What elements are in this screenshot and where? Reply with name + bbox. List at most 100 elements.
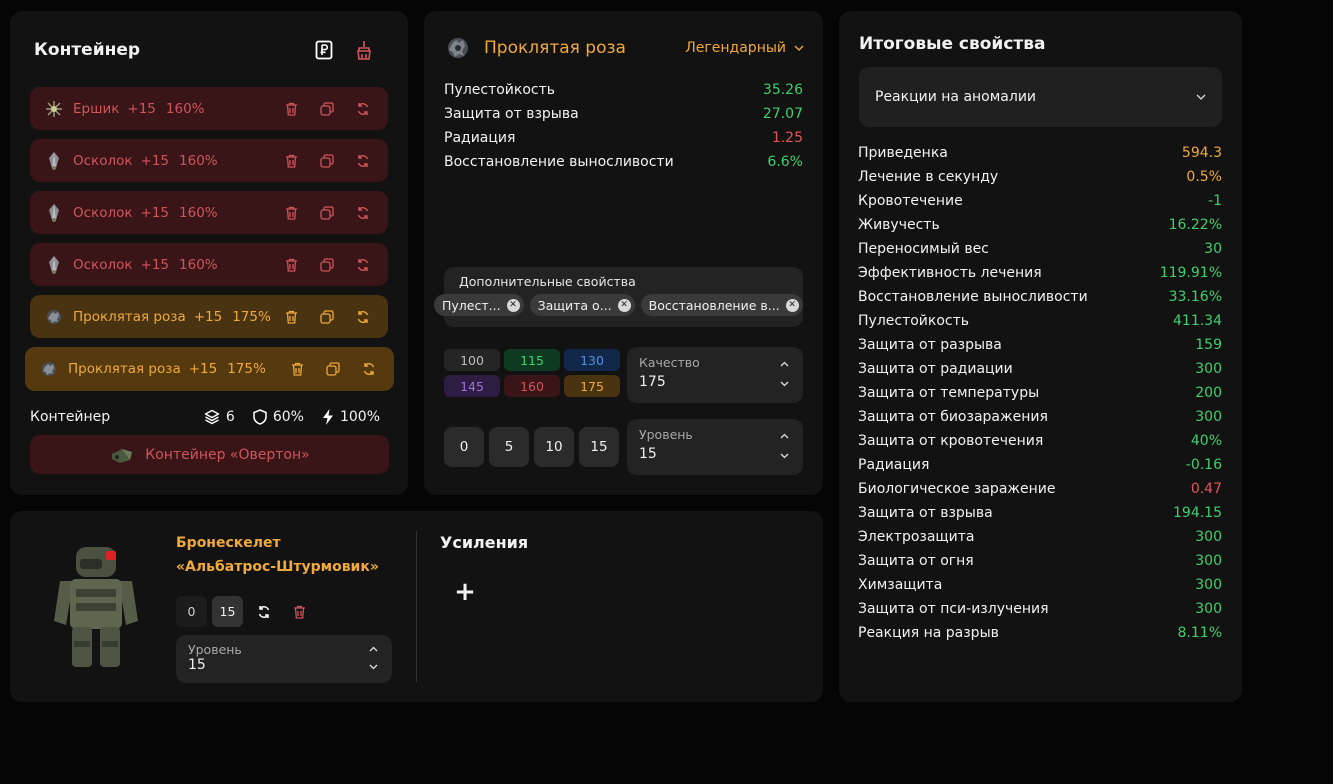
quality-option-button[interactable]: 100 <box>444 349 500 371</box>
total-stat-label: Защита от биозаражения <box>858 409 1048 425</box>
refresh-icon[interactable] <box>354 308 372 326</box>
chevron-up-icon[interactable] <box>368 644 378 654</box>
trash-icon[interactable] <box>282 152 300 170</box>
totals-filter-label: Реакции на аномалии <box>875 89 1037 105</box>
close-icon[interactable]: ✕ <box>506 298 520 312</box>
quality-stepper[interactable]: Качество 175 <box>627 347 803 403</box>
chip-label: Восстановление в... <box>648 297 780 313</box>
total-stat-value: 8.11% <box>1177 625 1222 641</box>
layers-icon <box>204 409 220 425</box>
armor-divider <box>416 531 417 682</box>
total-stat-label: Химзащита <box>858 577 943 593</box>
level-stepper[interactable]: Уровень 15 <box>627 419 803 475</box>
extra-properties-chips: Пулест... ✕ Защита о... ✕ Восстановление в..… <box>434 294 803 316</box>
chevron-up-icon[interactable] <box>779 431 789 441</box>
chevron-up-icon[interactable] <box>779 359 789 369</box>
refresh-icon[interactable] <box>354 152 372 170</box>
copy-icon[interactable] <box>318 100 336 118</box>
total-stat-label: Защита от кровотечения <box>858 433 1044 449</box>
chevron-down-icon <box>794 45 804 51</box>
level-value: 15 <box>639 446 657 462</box>
artifact-slot-percent: 160% <box>165 100 205 117</box>
chevron-down-icon[interactable] <box>779 379 789 389</box>
level-option-button[interactable]: 10 <box>534 427 574 467</box>
refresh-icon[interactable] <box>354 256 372 274</box>
copy-icon[interactable] <box>324 360 342 378</box>
artifact-stat-value: 6.6% <box>767 154 803 170</box>
trash-icon[interactable] <box>282 308 300 326</box>
quality-option-button[interactable]: 160 <box>504 375 560 397</box>
chevron-down-icon[interactable] <box>368 662 378 672</box>
extra-property-chip[interactable]: Восстановление в... ✕ <box>640 294 803 316</box>
copy-icon[interactable] <box>318 256 336 274</box>
armor-level-stepper[interactable]: Уровень 15 <box>176 635 392 683</box>
artifact-slot-row[interactable]: Проклятая роза +15 175% <box>25 347 394 391</box>
artifact-slot-name: Проклятая роза <box>73 308 186 325</box>
artifact-title: Проклятая роза <box>484 38 626 58</box>
armor-exoskeleton-image[interactable] <box>46 541 146 671</box>
level-option-button[interactable]: 0 <box>444 427 484 467</box>
trash-icon[interactable] <box>288 360 306 378</box>
artifact-slot-row[interactable]: Осколок +15 160% <box>30 139 388 182</box>
refresh-icon[interactable] <box>248 596 279 627</box>
close-icon[interactable]: ✕ <box>785 298 799 312</box>
close-icon[interactable]: ✕ <box>617 298 631 312</box>
container-panel: Контейнер Ершик +15 160% Осколок +15 160% Оско… <box>10 11 408 495</box>
refresh-icon[interactable] <box>360 360 378 378</box>
total-stat-label: Лечение в секунду <box>858 169 999 185</box>
artifact-stat-value: 27.07 <box>762 106 803 122</box>
broom-clear-icon[interactable] <box>353 39 375 61</box>
artifact-slot-plus: +15 <box>140 256 170 273</box>
shard-artifact-icon <box>46 151 62 170</box>
quality-option-button[interactable]: 175 <box>564 375 620 397</box>
armor-level-label: Уровень <box>188 642 242 657</box>
trash-icon[interactable] <box>284 596 315 627</box>
quality-option-button[interactable]: 115 <box>504 349 560 371</box>
armor-panel: Бронескелет «Альбатрос-Штурмовик» 0 15 У… <box>10 511 823 702</box>
chevron-down-icon[interactable] <box>779 451 789 461</box>
copy-icon[interactable] <box>318 204 336 222</box>
shield-icon <box>253 409 267 425</box>
extra-property-chip[interactable]: Пулест... ✕ <box>434 294 524 316</box>
quality-option-button[interactable]: 130 <box>564 349 620 371</box>
level-option-button[interactable]: 5 <box>489 427 529 467</box>
level-option-button[interactable]: 15 <box>579 427 619 467</box>
trash-icon[interactable] <box>282 256 300 274</box>
rarity-dropdown[interactable]: Легендарный <box>685 40 804 56</box>
quality-option-button[interactable]: 145 <box>444 375 500 397</box>
total-stat-row: Реакция на разрыв 8.11% <box>858 621 1222 645</box>
efficiency-value: 100% <box>339 409 380 425</box>
add-boost-button[interactable]: + <box>450 577 480 607</box>
armor-controls: 0 15 <box>176 596 315 627</box>
container-select-button[interactable]: Контейнер «Овертон» <box>30 435 389 474</box>
armor-level-min-button[interactable]: 0 <box>176 596 207 627</box>
artifact-slot-row[interactable]: Проклятая роза +15 175% <box>30 295 388 338</box>
total-stat-label: Защита от пси-излучения <box>858 601 1049 617</box>
currency-doc-icon[interactable] <box>313 39 335 61</box>
artifact-slot-row[interactable]: Осколок +15 160% <box>30 191 388 234</box>
copy-icon[interactable] <box>318 308 336 326</box>
armor-level-max-button[interactable]: 15 <box>212 596 243 627</box>
totals-filter-dropdown[interactable]: Реакции на аномалии <box>859 67 1222 127</box>
armor-name-line1: Бронескелет <box>176 535 281 551</box>
trash-icon[interactable] <box>282 100 300 118</box>
extra-property-chip[interactable]: Защита о... ✕ <box>529 294 635 316</box>
boosts-title: Усиления <box>440 533 529 552</box>
total-stat-value: 33.16% <box>1168 289 1222 305</box>
total-stat-value: 300 <box>1195 409 1222 425</box>
total-stat-label: Приведенка <box>858 145 948 161</box>
total-stat-row: Биологическое заражение 0.47 <box>858 477 1222 501</box>
artifact-slot-row[interactable]: Ершик +15 160% <box>30 87 388 130</box>
total-stat-value: 30 <box>1204 241 1222 257</box>
armor-name-line2: «Альбатрос-Штурмовик» <box>176 559 379 575</box>
trash-icon[interactable] <box>282 204 300 222</box>
artifact-stat-row: Радиация 1.25 <box>444 126 803 150</box>
copy-icon[interactable] <box>318 152 336 170</box>
refresh-icon[interactable] <box>354 100 372 118</box>
container-stats-label: Контейнер <box>30 409 111 425</box>
artifact-slot-row[interactable]: Осколок +15 160% <box>30 243 388 286</box>
artifact-stats-list: Пулестойкость 35.26 Защита от взрыва 27.07 Р… <box>444 78 803 174</box>
total-stat-label: Эффективность лечения <box>858 265 1042 281</box>
refresh-icon[interactable] <box>354 204 372 222</box>
artifact-slot-percent: 160% <box>179 204 218 221</box>
